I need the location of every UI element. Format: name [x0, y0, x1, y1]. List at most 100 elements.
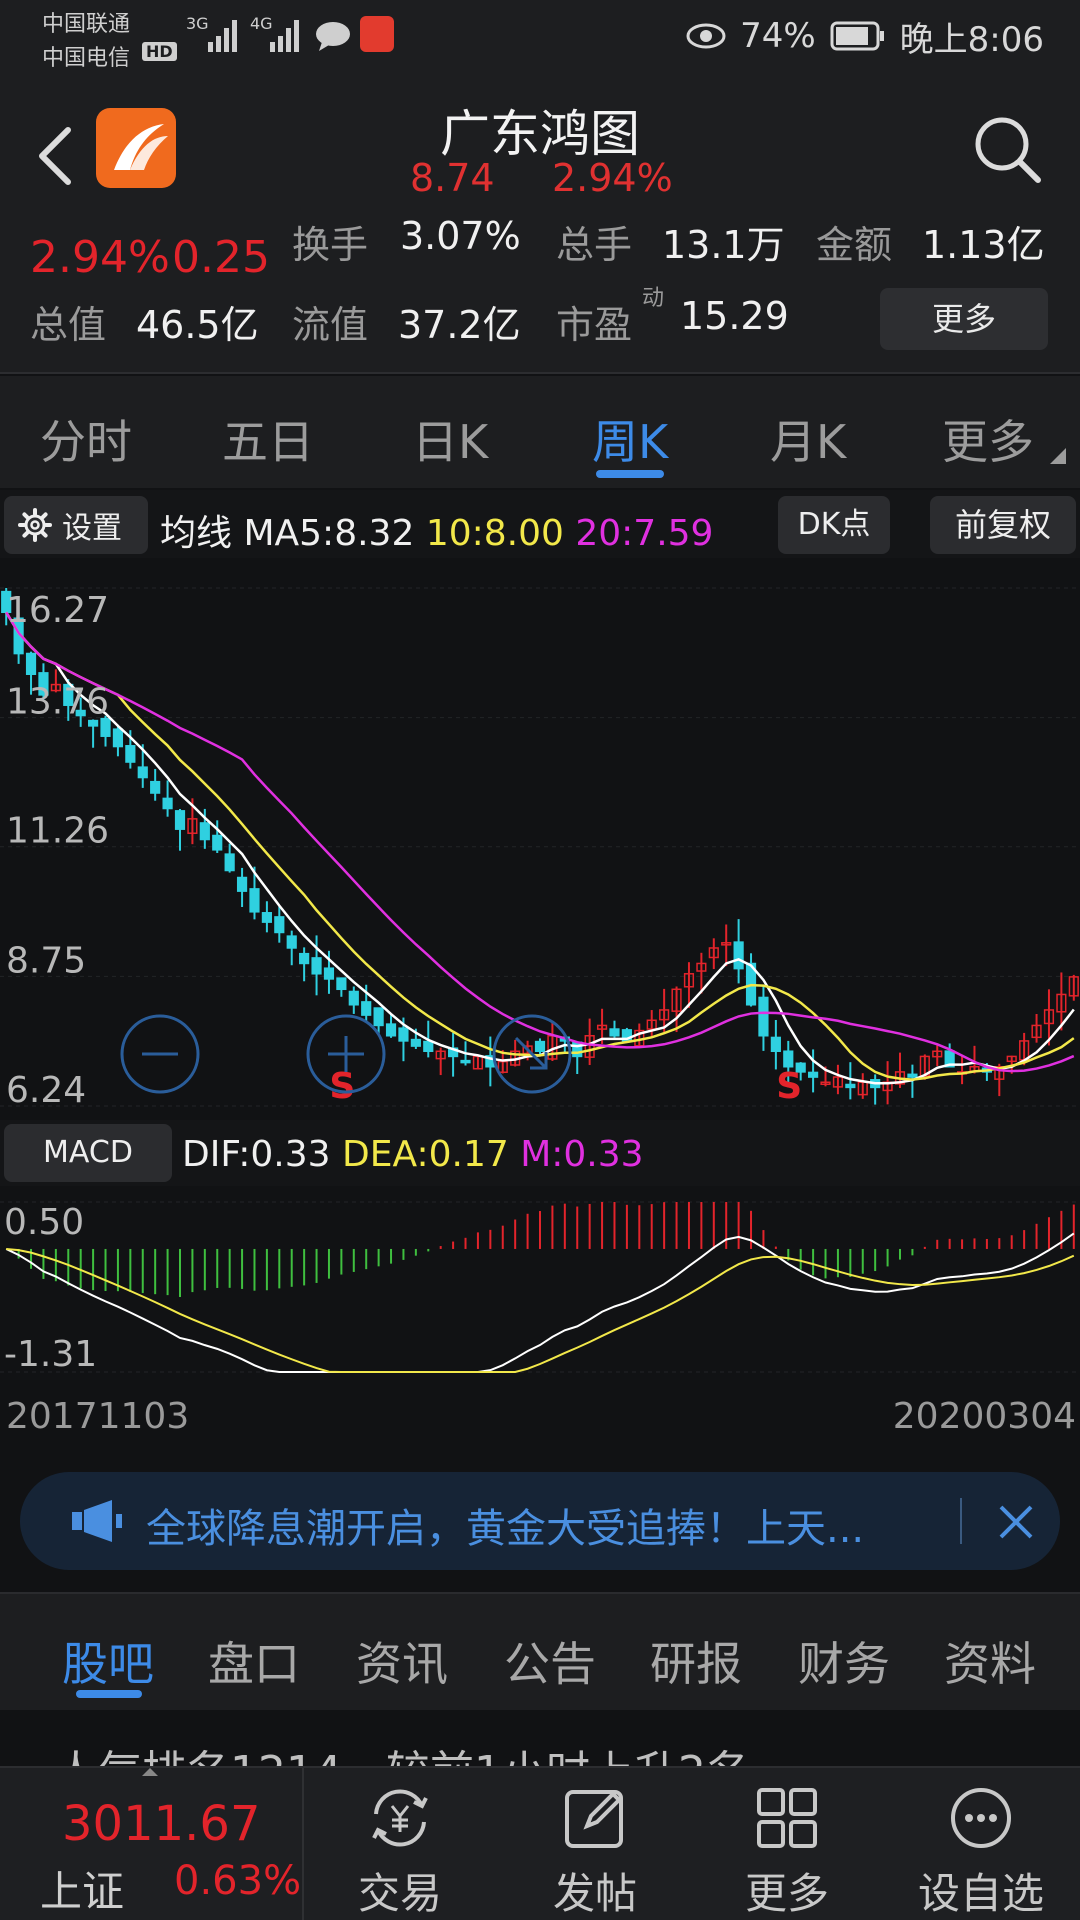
tab-profile[interactable]: 资料 — [944, 1628, 1036, 1694]
period-tabs: 分时 五日 日K 周K 月K 更多 — [0, 376, 1080, 488]
zoom-out-button[interactable] — [120, 1014, 200, 1094]
signal-icon-2 — [270, 20, 299, 52]
candle-body — [534, 1040, 546, 1053]
settings-button[interactable]: 设置 — [4, 496, 148, 554]
tab-more-periods[interactable]: 更多 — [942, 406, 1034, 472]
status-bar: 中国联通 中国电信 HD 3G 4G 74% 晚上8:06 — [0, 0, 1080, 84]
candle-body — [336, 977, 347, 991]
tab-financials[interactable]: 财务 — [798, 1628, 890, 1694]
close-icon[interactable] — [998, 1504, 1034, 1540]
candle-body — [212, 834, 223, 851]
tab-weekly-k[interactable]: 周K — [592, 406, 668, 472]
ma5-line — [5, 611, 1075, 1085]
total-cap-label: 总值 — [30, 303, 107, 347]
candle-body — [323, 967, 335, 980]
candle-body — [907, 1073, 918, 1078]
add-watchlist-button[interactable]: 设自选 — [906, 1780, 1056, 1920]
stock-header: 广东鸿图 8.74 2.94% 2.94% 0.25 换手 3.07% 总手 1… — [0, 84, 1080, 374]
tab-research[interactable]: 研报 — [650, 1628, 742, 1694]
x-axis-start-date: 20171103 — [6, 1396, 190, 1437]
pe-dynamic-mark: 动 — [642, 286, 665, 311]
trade-button[interactable]: 交易 — [325, 1780, 475, 1920]
candle-body — [137, 766, 148, 779]
search-icon[interactable] — [970, 112, 1044, 186]
ma-prefix: 均线 — [160, 513, 233, 554]
macd-y-labels: 0.50 -1.31 — [4, 1202, 97, 1375]
y-tick-label: 13.76 — [6, 682, 109, 723]
more-label: 更多 — [744, 1869, 829, 1918]
tab-announcements[interactable]: 公告 — [504, 1628, 596, 1694]
sell-marker: S — [776, 1066, 802, 1107]
candle-body — [236, 876, 248, 892]
candle-body — [249, 888, 260, 913]
tab-order-book[interactable]: 盘口 — [208, 1628, 300, 1694]
macd-y-label: -1.31 — [4, 1334, 97, 1375]
trade-label: 交易 — [357, 1869, 442, 1918]
tab-intraday[interactable]: 分时 — [40, 406, 132, 472]
tab-daily-k[interactable]: 日K — [412, 406, 488, 472]
news-banner[interactable]: 全球降息潮开启，黄金大受追捧！上天... — [20, 1472, 1060, 1570]
tab-monthly-k[interactable]: 月K — [770, 406, 846, 472]
index-change-percent[interactable]: 0.63% — [174, 1858, 301, 1904]
post-icon — [565, 1790, 623, 1848]
grid-icon — [757, 1788, 817, 1848]
dk-point-button[interactable]: DK点 — [778, 496, 890, 554]
tab-forum[interactable]: 股吧 — [62, 1628, 154, 1694]
more-info-button[interactable]: 更多 — [880, 288, 1048, 350]
candle-body — [25, 652, 37, 675]
macd-histogram — [17, 1202, 1075, 1298]
chat-icon — [316, 22, 350, 51]
macd-y-label: 0.50 — [4, 1202, 84, 1243]
candle-body — [410, 1038, 421, 1047]
candle-body — [112, 728, 124, 748]
ma20-value: 20:7.59 — [575, 513, 714, 554]
tab-news[interactable]: 资讯 — [356, 1628, 448, 1694]
ma-bar: 设置 均线 MA5:8.32 10:8.00 20:7.59 DK点 前复权 — [0, 490, 1080, 558]
moving-average-lines — [5, 611, 1075, 1085]
candle-body — [162, 797, 173, 810]
index-name[interactable]: 上证 — [40, 1858, 124, 1919]
news-divider — [960, 1498, 962, 1544]
expand-arrow-icon[interactable] — [142, 1768, 158, 1776]
x-axis-end-date: 20200304 — [892, 1396, 1076, 1437]
macd-values: DIF:0.33 DEA:0.17 M:0.33 — [182, 1134, 644, 1175]
candle-body — [808, 1071, 819, 1078]
float-cap-value: 37.2亿 — [398, 303, 521, 347]
big-change-value: 0.25 — [172, 232, 270, 283]
active-tab-indicator — [596, 470, 664, 478]
macd-button[interactable]: MACD — [4, 1124, 172, 1182]
candle-body — [150, 780, 161, 794]
tab-five-day[interactable]: 五日 — [222, 406, 314, 472]
add-watchlist-label: 设自选 — [917, 1869, 1044, 1918]
float-cap-label: 流值 — [292, 303, 369, 347]
candle-body — [460, 1059, 471, 1064]
candle-body — [770, 1036, 781, 1053]
m-value: M:0.33 — [520, 1134, 644, 1175]
candle-body — [423, 1040, 434, 1053]
candle-body — [274, 916, 285, 934]
y-tick-label: 11.26 — [6, 811, 109, 852]
more-button[interactable]: 更多 — [712, 1780, 862, 1920]
ma20-line — [5, 611, 1075, 1073]
ma10-line — [5, 611, 1075, 1081]
candle-body — [261, 912, 272, 923]
dea-value: DEA:0.17 — [342, 1134, 509, 1175]
carrier-label-2: 中国电信 — [42, 46, 131, 71]
candle-body — [373, 1007, 384, 1027]
clock: 晚上8:06 — [899, 19, 1044, 60]
turnover-label: 换手 — [292, 223, 369, 267]
forward-adjust-button[interactable]: 前复权 — [930, 496, 1076, 554]
signal-icon — [208, 20, 237, 52]
news-text: 全球降息潮开启，黄金大受追捧！上天... — [146, 1506, 865, 1552]
more-dots-icon — [951, 1788, 1011, 1848]
macd-chart[interactable]: 0.50 -1.31 — [0, 1188, 1080, 1384]
volume-value: 13.1万 — [662, 223, 785, 267]
weekly-k-chart[interactable]: 16.27 13.76 11.26 8.75 6.24 S S — [0, 558, 1080, 1118]
candle-body — [199, 822, 210, 841]
volume-label: 总手 — [556, 223, 633, 267]
battery-icon — [830, 21, 884, 51]
index-value[interactable]: 3011.67 — [62, 1796, 261, 1852]
post-label: 发帖 — [552, 1869, 637, 1918]
post-button[interactable]: 发帖 — [520, 1780, 670, 1920]
eye-icon — [686, 23, 726, 49]
